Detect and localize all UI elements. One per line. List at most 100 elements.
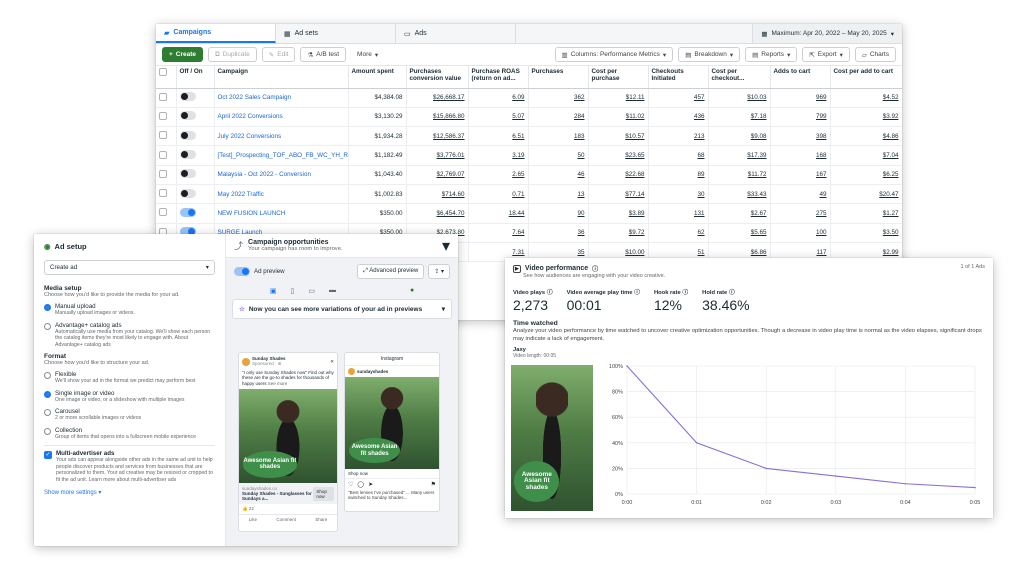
bookmark-icon[interactable]: ⚑ bbox=[431, 481, 436, 488]
checkbox[interactable] bbox=[159, 208, 167, 217]
shop-now-button[interactable]: Shop now bbox=[313, 486, 334, 501]
tab-campaigns[interactable]: ▰ Campaigns bbox=[156, 24, 276, 43]
radio-button[interactable] bbox=[44, 427, 51, 435]
shop-now-row[interactable]: Shop now bbox=[345, 469, 439, 479]
share-button[interactable]: ⇪ ▾ bbox=[428, 264, 450, 279]
checkbox[interactable] bbox=[159, 131, 167, 140]
create-button[interactable]: + Create bbox=[162, 47, 204, 62]
column-header[interactable]: Purchases conversion value bbox=[406, 66, 469, 89]
duplicate-button[interactable]: ⧉ Duplicate bbox=[208, 47, 257, 62]
campaign-toggle[interactable] bbox=[176, 145, 215, 166]
campaign-name[interactable]: April 2022 Conversions bbox=[214, 107, 349, 128]
row-checkbox[interactable] bbox=[156, 107, 177, 128]
column-header[interactable]: Purchases bbox=[528, 66, 589, 89]
select-all-checkbox[interactable] bbox=[156, 66, 177, 89]
checkbox[interactable] bbox=[159, 169, 167, 178]
radio-button[interactable] bbox=[44, 304, 51, 311]
row-checkbox[interactable] bbox=[156, 88, 177, 108]
campaign-toggle[interactable] bbox=[176, 203, 215, 224]
toggle-switch[interactable] bbox=[179, 111, 196, 121]
ad-preview-toggle[interactable] bbox=[234, 267, 250, 276]
wide-icon[interactable]: ▬ bbox=[329, 287, 336, 295]
advanced-preview-button[interactable]: ⤢ Advanced preview bbox=[357, 264, 425, 279]
edit-button[interactable]: ✎ Edit bbox=[261, 47, 296, 62]
radio-button[interactable] bbox=[44, 372, 51, 379]
radio-button[interactable] bbox=[44, 390, 51, 398]
toggle-switch[interactable] bbox=[179, 207, 196, 217]
share-button[interactable]: Share bbox=[315, 517, 327, 522]
toggle-switch[interactable] bbox=[179, 130, 196, 140]
export-button[interactable]: ⇱ Export ▾ bbox=[802, 47, 850, 62]
column-header[interactable]: Amount spent bbox=[348, 66, 407, 89]
create-ad-select[interactable]: Create ad ▾ bbox=[44, 260, 215, 275]
table-row[interactable]: Oct 2022 Sales Campaign $4,384.08 $26,668.… bbox=[156, 88, 902, 108]
column-header[interactable]: Cost per purchase bbox=[588, 66, 649, 89]
column-header[interactable]: Off / On bbox=[176, 66, 215, 89]
checkbox-checked-icon[interactable]: ✓ bbox=[44, 451, 52, 459]
date-range-picker[interactable]: ▦ Maximum: Apr 20, 2022 – May 20, 2025 ▾ bbox=[752, 24, 902, 43]
campaign-name[interactable]: July 2022 Conversions bbox=[214, 126, 349, 147]
column-header[interactable]: Adds to cart bbox=[770, 66, 831, 89]
more-button[interactable]: More ▾ bbox=[351, 47, 385, 62]
see-more-link[interactable]: See more bbox=[268, 381, 288, 386]
column-header[interactable]: Checkouts Initiated bbox=[648, 66, 709, 89]
campaign-opportunities[interactable]: ⤴ Campaign opportunities Your campaign h… bbox=[226, 234, 458, 258]
comment-button[interactable]: Comment bbox=[276, 517, 296, 522]
table-row[interactable]: Malaysia - Oct 2022 - Conversion $1,043.4… bbox=[156, 165, 902, 185]
column-header[interactable]: Campaign bbox=[214, 66, 349, 89]
table-row[interactable]: [Test]_Prospecting_TOF_ABO_FB_WC_YH_RP $1… bbox=[156, 145, 902, 166]
campaign-toggle[interactable] bbox=[176, 88, 215, 108]
like-button[interactable]: Like bbox=[249, 517, 257, 522]
comment-icon[interactable]: ◯ bbox=[357, 481, 364, 488]
column-header[interactable]: Purchase ROAS (return on ad... bbox=[468, 66, 529, 89]
manual-upload-option[interactable]: Manual upload Manually upload images or v… bbox=[44, 303, 215, 317]
info-icon[interactable]: ⓘ bbox=[729, 290, 735, 296]
campaign-toggle[interactable] bbox=[176, 165, 215, 185]
columns-button[interactable]: ▥ Columns: Performance Metrics ▾ bbox=[554, 47, 674, 62]
row-checkbox[interactable] bbox=[156, 126, 177, 147]
advantage-catalog-option[interactable]: Advantage+ catalog ads Automatically use … bbox=[44, 322, 215, 349]
table-row[interactable]: April 2022 Conversions $3,130.29 $15,866.8… bbox=[156, 107, 902, 128]
multi-advertiser-option[interactable]: ✓ Multi-advertiser ads Your ads can appea… bbox=[44, 445, 215, 483]
video-thumbnail[interactable]: Awesome Asian fit shades bbox=[511, 365, 593, 511]
campaign-name[interactable]: NEW FUSION LAUNCH bbox=[214, 203, 349, 224]
toggle-switch[interactable] bbox=[179, 169, 196, 179]
table-row[interactable]: May 2022 Traffic $1,002.83 $714.60 0.71 13 $7… bbox=[156, 184, 902, 205]
toggle-switch[interactable] bbox=[179, 188, 196, 198]
column-header[interactable]: Cost per add to cart bbox=[830, 66, 902, 89]
breakdown-button[interactable]: ▤ Breakdown ▾ bbox=[678, 47, 741, 62]
format-option[interactable]: Single image or video One image or video,… bbox=[44, 390, 215, 404]
format-option[interactable]: Flexible We'll show your ad in the format… bbox=[44, 371, 215, 385]
campaign-toggle[interactable] bbox=[176, 107, 215, 128]
format-option[interactable]: Collection Group of items that opens into… bbox=[44, 427, 215, 441]
desktop-icon[interactable]: ▣ bbox=[270, 287, 277, 295]
table-row[interactable]: NEW FUSION LAUNCH $350.00 $6,454.70 18.44 90… bbox=[156, 203, 902, 224]
table-row[interactable]: July 2022 Conversions $1,934.28 $12,586.37… bbox=[156, 126, 902, 147]
close-icon[interactable]: ✕ bbox=[330, 359, 334, 365]
tablet-icon[interactable]: ▭ bbox=[308, 287, 315, 295]
heart-icon[interactable]: ♡ bbox=[348, 481, 353, 488]
charts-button[interactable]: ▱ Charts bbox=[854, 47, 896, 62]
ab-test-button[interactable]: ⚗ A/B test bbox=[300, 47, 347, 62]
send-icon[interactable]: ➤ bbox=[368, 481, 373, 488]
campaign-name[interactable]: Oct 2022 Sales Campaign bbox=[214, 88, 349, 108]
info-icon[interactable]: ⓘ bbox=[547, 290, 553, 296]
campaign-name[interactable]: May 2022 Traffic bbox=[214, 184, 349, 205]
tab-ad-sets[interactable]: ▦ Ad sets bbox=[276, 24, 396, 43]
format-option[interactable]: Carousel 2 or more scrollable images or v… bbox=[44, 408, 215, 422]
info-icon[interactable]: ⓘ bbox=[682, 290, 688, 296]
checkbox[interactable] bbox=[159, 92, 167, 101]
campaign-toggle[interactable] bbox=[176, 184, 215, 205]
row-checkbox[interactable] bbox=[156, 145, 177, 166]
preview-variations-banner[interactable]: ☆ Now you can see more variations of you… bbox=[232, 299, 452, 319]
radio-button[interactable] bbox=[44, 322, 51, 330]
campaign-name[interactable]: [Test]_Prospecting_TOF_ABO_FB_WC_YH_RP bbox=[214, 145, 349, 166]
campaign-name[interactable]: Malaysia - Oct 2022 - Conversion bbox=[214, 165, 349, 185]
mobile-icon[interactable]: ▯ bbox=[290, 287, 294, 295]
checkbox[interactable] bbox=[159, 150, 167, 159]
info-icon[interactable]: ⓘ bbox=[634, 290, 640, 296]
campaign-toggle[interactable] bbox=[176, 126, 215, 147]
tab-ads[interactable]: ▭ Ads bbox=[396, 24, 516, 43]
row-checkbox[interactable] bbox=[156, 165, 177, 185]
checkbox[interactable] bbox=[159, 189, 167, 198]
